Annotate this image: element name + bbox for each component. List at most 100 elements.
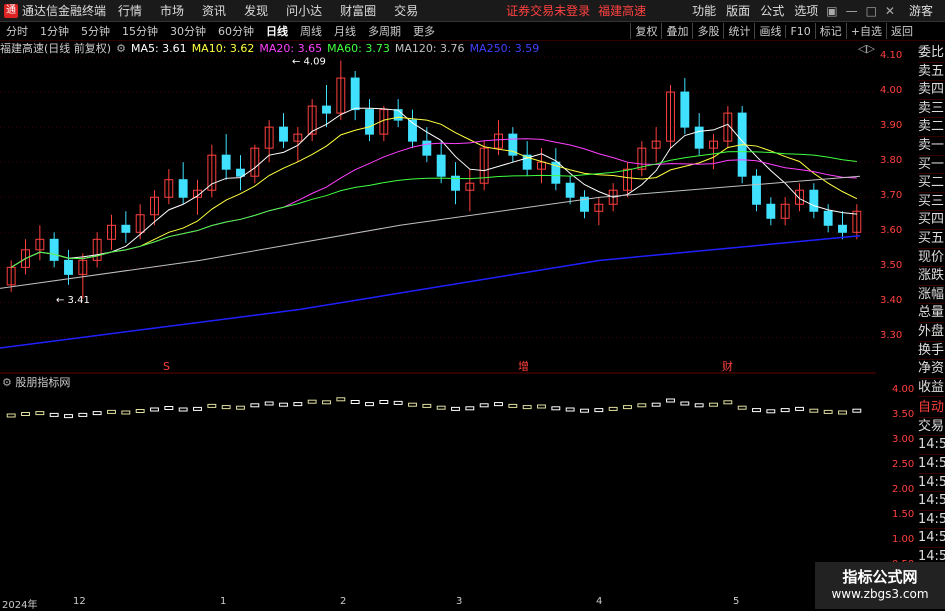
add-watchlist-button[interactable]: +自选 <box>845 23 886 39</box>
indicator-bar <box>365 402 374 407</box>
quote-row-label: 涨幅 <box>918 286 945 305</box>
tab-15min[interactable]: 15分钟 <box>122 23 158 39</box>
trade-label[interactable]: 自动 <box>918 399 945 418</box>
minimize-icon[interactable]: — <box>846 4 858 18</box>
skin-icon[interactable]: ▣ <box>826 4 837 18</box>
ma-line <box>10 107 857 268</box>
close-icon[interactable]: ✕ <box>885 4 895 18</box>
trade-time: 14:56 <box>918 436 945 456</box>
price-tick: 4.10 <box>880 50 903 61</box>
candle-body <box>565 182 575 198</box>
menu-item-trade[interactable]: 交易 <box>394 2 418 19</box>
trade-label: 交易 <box>918 418 945 437</box>
tab-multi-period[interactable]: 多周期 <box>368 23 401 39</box>
indicator-bar <box>64 414 73 419</box>
indicator-bar <box>293 402 303 407</box>
menu-item-news[interactable]: 资讯 <box>202 2 226 19</box>
indicator-tick: 3.50 <box>892 409 915 420</box>
candlestick-chart[interactable]: ← 4.09 ← 3.41 S 增 财 <box>0 42 876 372</box>
indicator-bar <box>723 400 733 405</box>
quote-row-label: 换手 <box>918 342 945 361</box>
price-tick: 3.70 <box>880 190 903 202</box>
overlay-button[interactable]: 叠加 <box>661 23 692 39</box>
candle-body <box>121 224 131 233</box>
menu-item-ask[interactable]: 问小达 <box>286 2 322 19</box>
menu-item-discover[interactable]: 发现 <box>244 2 268 19</box>
menu-item-formula[interactable]: 公式 <box>760 2 784 19</box>
trade-time: 14:56 <box>918 474 945 493</box>
stock-name-title: 福建高速 <box>598 4 647 18</box>
indicator-bar <box>580 408 589 413</box>
tab-1min[interactable]: 1分钟 <box>40 23 69 39</box>
indicator-bar <box>680 401 690 406</box>
tab-more[interactable]: 更多 <box>413 23 435 39</box>
candle-body <box>350 77 360 111</box>
guest-label[interactable]: 游客 <box>909 2 933 19</box>
tab-monthly[interactable]: 月线 <box>334 23 356 39</box>
tab-5min[interactable]: 5分钟 <box>81 23 110 39</box>
indicator-bar <box>809 408 819 413</box>
tab-intraday[interactable]: 分时 <box>6 23 28 39</box>
stats-button[interactable]: 统计 <box>723 23 754 39</box>
tab-daily[interactable]: 日线 <box>266 23 288 39</box>
candle-body <box>823 210 833 226</box>
indicator-bar <box>436 405 446 410</box>
candle-body <box>322 105 331 114</box>
indicator-settings-icon[interactable]: ⚙ <box>2 376 12 389</box>
tab-30min[interactable]: 30分钟 <box>170 23 206 39</box>
tab-weekly[interactable]: 周线 <box>300 23 322 39</box>
multi-stock-button[interactable]: 多股 <box>692 23 723 39</box>
indicator-bar <box>193 406 202 411</box>
candle-body <box>809 189 819 212</box>
quote-row-label: 买四 <box>918 211 945 230</box>
candle-body <box>64 259 73 275</box>
candle-body <box>393 109 403 121</box>
indicator-chart[interactable] <box>0 372 876 594</box>
indicator-bar <box>279 402 288 407</box>
candle-body <box>766 203 776 219</box>
indicator-bar <box>178 407 188 412</box>
menu-item-layout[interactable]: 版面 <box>726 2 750 19</box>
indicator-bar <box>551 406 561 411</box>
quote-row-label: 卖四 <box>918 81 945 100</box>
ma250-line <box>0 235 861 349</box>
event-marker-zeng: 增 <box>518 359 529 372</box>
quote-row-label: 卖一 <box>918 137 945 156</box>
date-tick: 1 <box>220 596 227 607</box>
menu-item-wealth[interactable]: 财富圈 <box>340 2 376 19</box>
indicator-bar <box>537 404 546 409</box>
draw-button[interactable]: 画线 <box>754 23 785 39</box>
f10-button[interactable]: F10 <box>785 24 814 38</box>
watermark-url: www.zbgs3.com <box>831 587 929 601</box>
menu-item-market[interactable]: 行情 <box>118 2 142 19</box>
indicator-bar <box>21 412 30 416</box>
candle-body <box>365 109 374 135</box>
indicator-bar <box>795 406 804 411</box>
back-button[interactable]: 返回 <box>886 23 917 39</box>
watermark-title: 指标公式网 <box>842 568 918 586</box>
maximize-icon[interactable]: □ <box>866 4 877 18</box>
tab-60min[interactable]: 60分钟 <box>218 23 254 39</box>
menu-item-function[interactable]: 功能 <box>692 2 716 19</box>
indicator-bar <box>666 398 675 403</box>
period-toolbar: 分时 1分钟 5分钟 15分钟 30分钟 60分钟 日线 周线 月线 多周期 更… <box>0 22 945 41</box>
indicator-bar <box>107 409 116 414</box>
indicator-bar <box>709 402 718 407</box>
indicator-bar <box>408 402 417 407</box>
indicator-bar <box>121 410 131 415</box>
indicator-bar <box>565 407 575 412</box>
candle-body <box>178 179 188 198</box>
date-tick: 4 <box>596 596 603 607</box>
indicator-tick: 2.50 <box>892 459 915 470</box>
indicator-bar <box>6 413 16 418</box>
trade-time: 14:56 <box>918 529 945 549</box>
mark-button[interactable]: 标记 <box>814 23 846 39</box>
indicator-bar <box>852 408 862 413</box>
menu-item-exchange[interactable]: 市场 <box>160 2 184 19</box>
menu-item-options[interactable]: 选项 <box>794 2 818 19</box>
indicator-bar <box>637 403 647 408</box>
login-alert[interactable]: 证券交易未登录 <box>506 2 590 19</box>
adjust-button[interactable]: 复权 <box>630 23 661 39</box>
indicator-bar <box>78 412 88 417</box>
watermark: 指标公式网 www.zbgs3.com <box>815 562 945 609</box>
